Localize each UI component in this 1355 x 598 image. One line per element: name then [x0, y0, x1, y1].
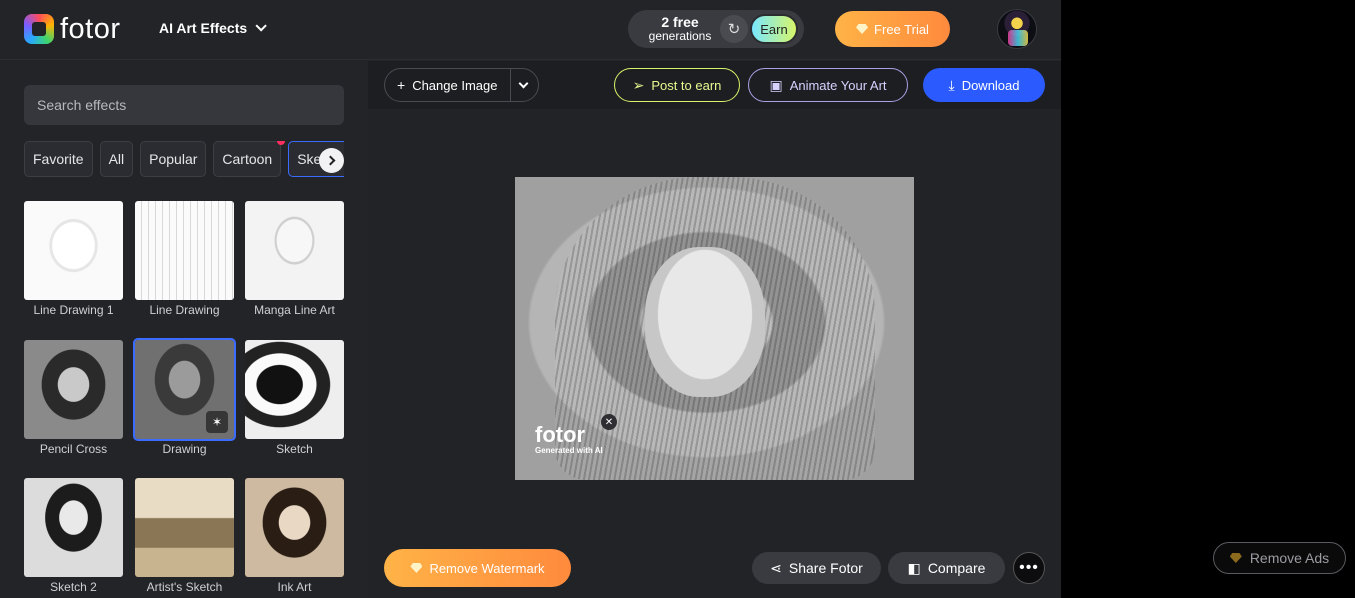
chip-cartoon[interactable]: Cartoon: [213, 141, 286, 177]
diamond-icon: [410, 563, 423, 573]
change-image-label: Change Image: [412, 77, 498, 93]
brand-name: fotor: [60, 13, 121, 45]
chip-popular[interactable]: Popular: [140, 141, 207, 177]
earn-button[interactable]: Earn: [750, 14, 798, 44]
menu-label: AI Art Effects: [159, 20, 248, 36]
change-image-button[interactable]: + Change Image: [384, 68, 539, 102]
generations-count: 2 free: [661, 14, 699, 30]
generations-counter: 2 free generations ↻ Earn: [628, 10, 804, 48]
notification-dot: [277, 141, 286, 145]
effect-thumbnail: [245, 478, 344, 577]
animate-icon: ▣: [769, 77, 783, 93]
download-label: Download: [961, 77, 1020, 93]
watermark: fotor Generated with AI: [535, 422, 603, 456]
ai-art-effects-menu[interactable]: AI Art Effects: [159, 20, 267, 36]
effect-label: Drawing: [162, 442, 207, 456]
avatar[interactable]: [997, 9, 1037, 49]
chip-favorite[interactable]: Favorite: [24, 141, 93, 177]
effect-card-drawing[interactable]: ✶ Drawing: [133, 338, 236, 456]
close-icon[interactable]: ✕: [601, 414, 617, 430]
diamond-icon: [856, 24, 869, 34]
workspace: + Change Image ➢ Post to earn ▣ Animate …: [368, 61, 1061, 598]
download-icon: ⤓: [948, 77, 955, 93]
refresh-icon[interactable]: ↻: [720, 15, 748, 43]
effect-thumbnail: [245, 340, 344, 439]
watermark-subtitle: Generated with AI: [535, 446, 603, 455]
chip-cartoon-label: Cartoon: [222, 151, 273, 167]
chip-all[interactable]: All: [99, 141, 134, 177]
effect-card-line-drawing-1[interactable]: Line Drawing 1: [24, 201, 123, 317]
effect-card-artists-sketch[interactable]: Artist's Sketch: [135, 478, 234, 594]
effect-thumbnail: [24, 340, 123, 439]
magic-wand-icon[interactable]: ✶: [206, 411, 228, 433]
effect-label: Sketch: [276, 442, 313, 456]
effect-card-line-drawing[interactable]: Line Drawing: [135, 201, 234, 317]
remove-ads-label: Remove Ads: [1249, 550, 1330, 566]
top-bar: fotor AI Art Effects 2 free generations …: [0, 0, 1061, 60]
chevron-down-icon: [255, 20, 267, 32]
effect-label: Pencil Cross: [39, 442, 108, 456]
generations-label: generations: [648, 29, 712, 43]
compare-label: Compare: [927, 560, 986, 576]
effect-card-manga-line-art[interactable]: Manga Line Art: [245, 201, 344, 317]
effect-label: Manga Line Art: [254, 303, 335, 317]
compare-icon: ◧: [907, 560, 921, 576]
effect-thumbnail: [24, 478, 123, 577]
compare-button[interactable]: ◧ Compare: [888, 552, 1005, 584]
chevron-down-icon[interactable]: [518, 78, 529, 89]
remove-watermark-button[interactable]: Remove Watermark: [384, 549, 571, 587]
effect-label: Ink Art: [277, 580, 312, 594]
free-trial-label: Free Trial: [874, 21, 929, 37]
effect-thumbnail: [135, 478, 234, 577]
more-options-icon[interactable]: •••: [1013, 552, 1045, 584]
effect-thumbnail: [135, 201, 234, 300]
effect-thumbnail-selected: ✶: [133, 338, 236, 441]
fotor-logo-icon: [24, 14, 54, 44]
effect-label: Line Drawing 1: [33, 303, 114, 317]
effect-thumbnail: [245, 201, 344, 300]
app-window: fotor AI Art Effects 2 free generations …: [0, 0, 1061, 598]
effects-sidebar: Favorite All Popular Cartoon Sketch Line…: [0, 61, 368, 598]
watermark-brand: fotor: [535, 422, 586, 447]
effect-card-sketch[interactable]: Sketch: [245, 340, 344, 456]
plus-icon: +: [397, 77, 406, 93]
share-icon: ⋖: [770, 560, 782, 576]
diamond-icon: [1229, 553, 1242, 563]
chevron-right-icon[interactable]: [319, 148, 344, 173]
share-fotor-button[interactable]: ⋖ Share Fotor: [752, 552, 881, 584]
effect-label: Sketch 2: [50, 580, 97, 594]
result-image: fotor Generated with AI ✕: [515, 177, 914, 480]
free-trial-button[interactable]: Free Trial: [835, 11, 950, 47]
workspace-toolbar: + Change Image ➢ Post to earn ▣ Animate …: [368, 61, 1061, 109]
logo[interactable]: fotor: [24, 14, 121, 44]
effect-thumbnail: [24, 201, 123, 300]
divider: [510, 69, 511, 101]
animate-your-art-button[interactable]: ▣ Animate Your Art: [748, 68, 908, 102]
search-effects-input[interactable]: [24, 85, 344, 125]
post-to-earn-label: Post to earn: [651, 77, 722, 93]
post-to-earn-button[interactable]: ➢ Post to earn: [614, 68, 740, 102]
category-chips: Favorite All Popular Cartoon Sketch: [24, 141, 344, 177]
effect-label: Artist's Sketch: [146, 580, 223, 594]
remove-ads-button[interactable]: Remove Ads: [1213, 542, 1346, 574]
effect-card-pencil-cross[interactable]: Pencil Cross: [24, 340, 123, 456]
effect-label: Line Drawing: [149, 303, 220, 317]
effect-card-ink-art[interactable]: Ink Art: [245, 478, 344, 594]
animate-label: Animate Your Art: [789, 77, 887, 93]
portrait-face: [645, 247, 765, 397]
send-icon: ➢: [632, 77, 645, 93]
download-button[interactable]: ⤓ Download: [923, 68, 1045, 102]
remove-watermark-label: Remove Watermark: [429, 560, 545, 576]
effect-card-sketch-2[interactable]: Sketch 2: [24, 478, 123, 594]
share-label: Share Fotor: [788, 560, 863, 576]
